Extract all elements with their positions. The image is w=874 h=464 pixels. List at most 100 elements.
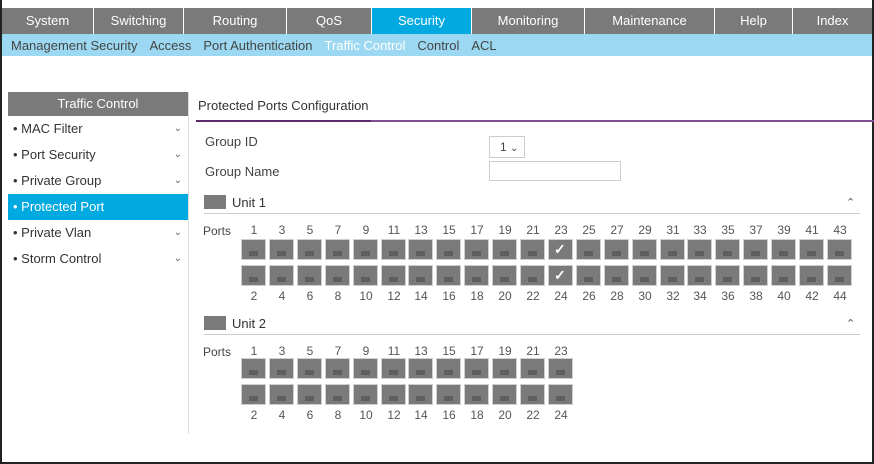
port-2[interactable]	[240, 264, 267, 287]
port-3[interactable]	[268, 238, 295, 261]
port-number: 8	[334, 289, 342, 303]
port-10[interactable]	[352, 264, 379, 287]
group-name-input[interactable]	[489, 161, 621, 181]
port-9[interactable]	[352, 238, 379, 261]
port-36[interactable]	[714, 264, 741, 287]
port-18[interactable]	[463, 264, 490, 287]
port-13[interactable]	[407, 238, 434, 261]
unit-2-header[interactable]: Unit 2	[204, 313, 266, 333]
port-23[interactable]: ✓	[547, 238, 574, 261]
port-27[interactable]	[603, 238, 630, 261]
port-6[interactable]	[296, 383, 323, 406]
unit-1-header[interactable]: Unit 1	[204, 192, 266, 212]
port-33[interactable]	[686, 238, 713, 261]
top-nav-routing[interactable]: Routing	[184, 8, 287, 34]
sub-nav-port-authentication[interactable]: Port Authentication	[203, 38, 312, 53]
port-25[interactable]	[575, 238, 602, 261]
port-34[interactable]	[686, 264, 713, 287]
top-nav-maintenance[interactable]: Maintenance	[585, 8, 715, 34]
port-1[interactable]	[240, 357, 267, 380]
port-4[interactable]	[268, 383, 295, 406]
sidebar-item-private-group[interactable]: • Private Group ⌄	[8, 168, 188, 194]
port-1[interactable]	[240, 238, 267, 261]
port-20[interactable]	[491, 383, 518, 406]
sidebar-item-private-vlan[interactable]: • Private Vlan ⌄	[8, 220, 188, 246]
port-number: 1	[250, 344, 258, 358]
collapse-unit-2-icon[interactable]: ⌃	[846, 317, 855, 330]
port-29[interactable]	[631, 238, 658, 261]
collapse-unit-1-icon[interactable]: ⌃	[846, 196, 855, 209]
port-38[interactable]	[742, 264, 769, 287]
port-16[interactable]	[435, 383, 462, 406]
port-12[interactable]	[380, 383, 407, 406]
port-11[interactable]	[380, 238, 407, 261]
port-31[interactable]	[659, 238, 686, 261]
top-nav-qos[interactable]: QoS	[287, 8, 372, 34]
port-24[interactable]: ✓	[547, 264, 574, 287]
port-39[interactable]	[770, 238, 797, 261]
top-nav-system[interactable]: System	[2, 8, 94, 34]
group-id-select[interactable]: 1 ⌄	[489, 136, 525, 158]
port-10[interactable]	[352, 383, 379, 406]
top-nav-switching[interactable]: Switching	[94, 8, 184, 34]
top-nav-monitoring[interactable]: Monitoring	[472, 8, 585, 34]
port-40[interactable]	[770, 264, 797, 287]
port-19[interactable]	[491, 238, 518, 261]
port-28[interactable]	[603, 264, 630, 287]
port-6[interactable]	[296, 264, 323, 287]
port-17[interactable]	[463, 357, 490, 380]
port-7[interactable]	[324, 357, 351, 380]
tab-protected-ports-configuration[interactable]: Protected Ports Configuration	[196, 96, 371, 122]
port-5[interactable]	[296, 357, 323, 380]
port-12[interactable]	[380, 264, 407, 287]
port-3[interactable]	[268, 357, 295, 380]
port-4[interactable]	[268, 264, 295, 287]
port-23[interactable]	[547, 357, 574, 380]
sidebar-item-port-security[interactable]: • Port Security ⌄	[8, 142, 188, 168]
port-20[interactable]	[491, 264, 518, 287]
port-19[interactable]	[491, 357, 518, 380]
sub-nav-traffic-control[interactable]: Traffic Control	[325, 38, 406, 53]
sidebar-item-protected-port[interactable]: • Protected Port	[8, 194, 188, 220]
port-number: 20	[498, 408, 512, 422]
port-17[interactable]	[463, 238, 490, 261]
tab-bar: Protected Ports Configuration	[196, 96, 874, 122]
sidebar-item-mac-filter[interactable]: • MAC Filter ⌄	[8, 116, 188, 142]
port-13[interactable]	[407, 357, 434, 380]
port-15[interactable]	[435, 357, 462, 380]
port-21[interactable]	[519, 357, 546, 380]
port-44[interactable]	[826, 264, 853, 287]
port-43[interactable]	[826, 238, 853, 261]
sidebar-item-storm-control[interactable]: • Storm Control ⌄	[8, 246, 188, 272]
port-22[interactable]	[519, 264, 546, 287]
port-41[interactable]	[798, 238, 825, 261]
port-8[interactable]	[324, 383, 351, 406]
sub-nav-acl[interactable]: ACL	[471, 38, 496, 53]
sub-nav-management-security[interactable]: Management Security	[11, 38, 137, 53]
port-7[interactable]	[324, 238, 351, 261]
port-2[interactable]	[240, 383, 267, 406]
port-42[interactable]	[798, 264, 825, 287]
port-32[interactable]	[659, 264, 686, 287]
port-30[interactable]	[631, 264, 658, 287]
port-26[interactable]	[575, 264, 602, 287]
port-14[interactable]	[407, 383, 434, 406]
port-24[interactable]	[547, 383, 574, 406]
port-21[interactable]	[519, 238, 546, 261]
port-5[interactable]	[296, 238, 323, 261]
port-18[interactable]	[463, 383, 490, 406]
top-nav-index[interactable]: Index	[793, 8, 872, 34]
port-11[interactable]	[380, 357, 407, 380]
top-nav-security[interactable]: Security	[372, 8, 472, 34]
port-9[interactable]	[352, 357, 379, 380]
port-8[interactable]	[324, 264, 351, 287]
port-14[interactable]	[407, 264, 434, 287]
port-35[interactable]	[714, 238, 741, 261]
port-37[interactable]	[742, 238, 769, 261]
sub-nav-access[interactable]: Access	[149, 38, 191, 53]
top-nav-help[interactable]: Help	[715, 8, 793, 34]
port-22[interactable]	[519, 383, 546, 406]
port-15[interactable]	[435, 238, 462, 261]
port-16[interactable]	[435, 264, 462, 287]
sub-nav-control[interactable]: Control	[417, 38, 459, 53]
